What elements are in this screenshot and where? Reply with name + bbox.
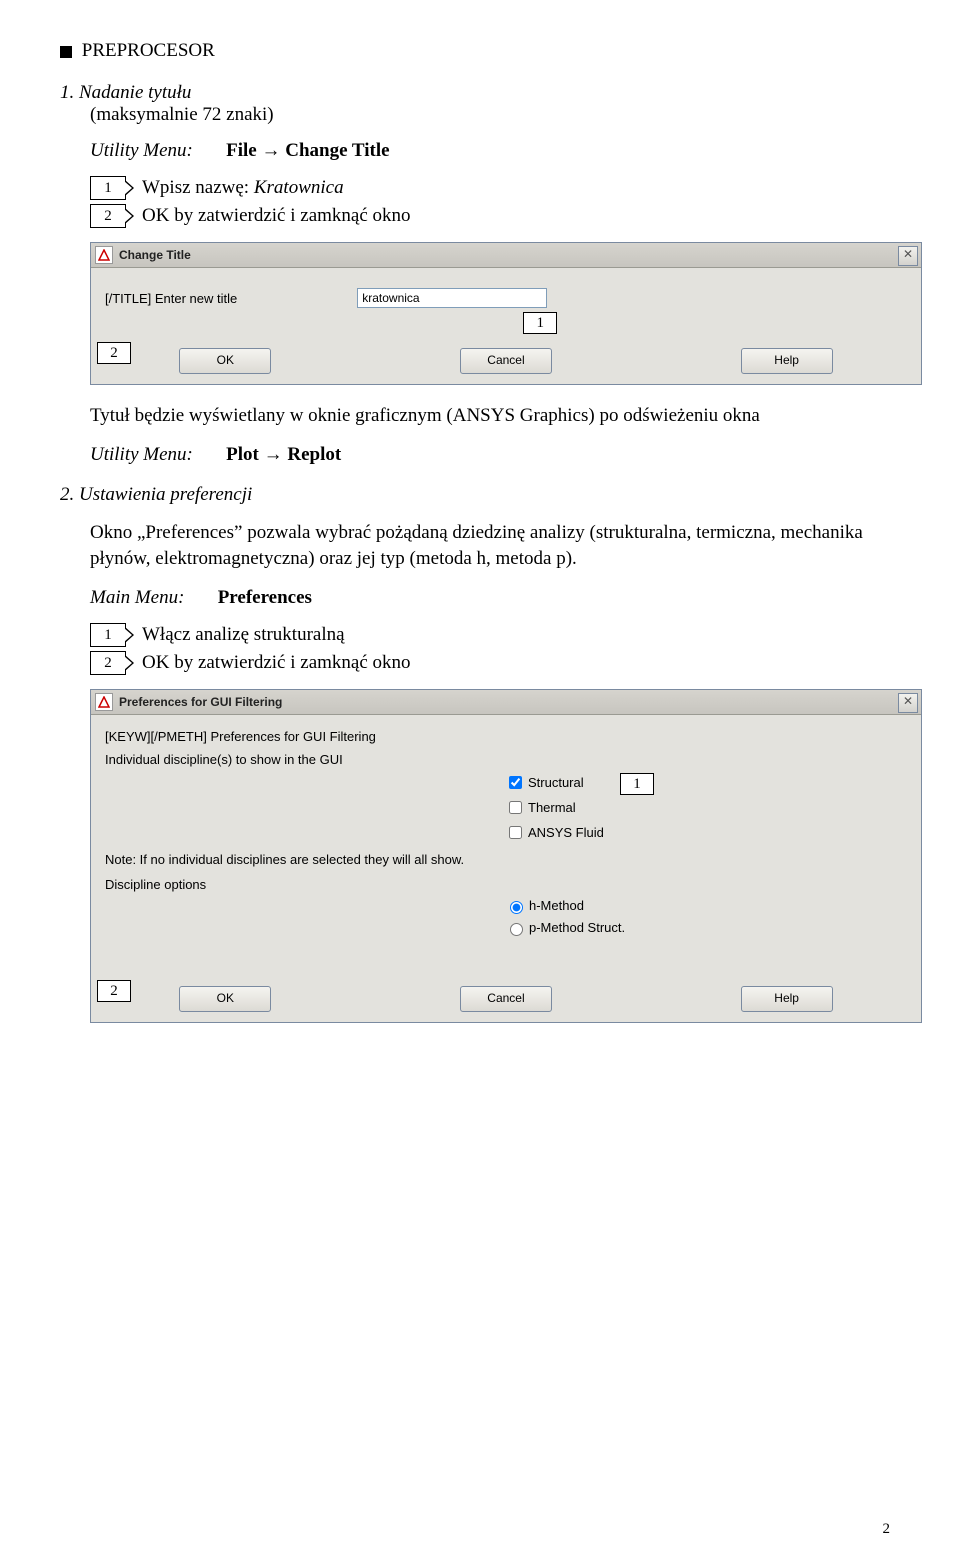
dlg2-titlebar: Preferences for GUI Filtering ✕: [91, 690, 921, 715]
help-button[interactable]: Help: [741, 348, 833, 374]
cancel-button[interactable]: Cancel: [460, 986, 552, 1012]
structural-label: Structural: [528, 775, 584, 790]
ok-button[interactable]: OK: [179, 986, 271, 1012]
dlg1-overlay-2: 2: [97, 342, 131, 364]
section-2-heading: 2. Ustawienia preferencji: [60, 484, 900, 506]
sec1-step-2: 2 OK by zatwierdzić i zamknąć okno: [90, 204, 900, 228]
title-input[interactable]: [357, 288, 547, 308]
callout-1b: 1: [90, 623, 126, 647]
help-button[interactable]: Help: [741, 986, 833, 1012]
thermal-checkbox[interactable]: [509, 801, 522, 814]
h-method-radio[interactable]: [510, 901, 523, 914]
p-method-label: p-Method Struct.: [529, 920, 625, 935]
sec1-sub: (maksymalnie 72 znaki): [90, 104, 274, 125]
sec2-menu-path: Preferences: [218, 587, 312, 608]
sec2-step1-text: Włącz analizę strukturalną: [142, 624, 345, 646]
step1-italic: Kratownica: [254, 177, 344, 198]
sec2-step2-text: OK by zatwierdzić i zamknąć okno: [142, 652, 411, 674]
between-menu-path: Plot → Replot: [226, 444, 341, 465]
cancel-button[interactable]: Cancel: [460, 348, 552, 374]
page-number: 2: [883, 1521, 891, 1538]
bullet-square-icon: [60, 46, 72, 58]
close-icon[interactable]: ✕: [898, 246, 918, 266]
dlg2-line1: [KEYW][/PMETH] Preferences for GUI Filte…: [105, 729, 907, 744]
sec2-step-2: 2 OK by zatwierdzić i zamknąć okno: [90, 651, 900, 675]
sec2-num: 2.: [60, 484, 74, 505]
sec2-title: Ustawienia preferencji: [79, 484, 252, 505]
section-1-heading: 1. Nadanie tytułu (maksymalnie 72 znaki): [60, 82, 900, 126]
step1-prefix: Wpisz nazwę:: [142, 177, 254, 198]
dlg2-note: Note: If no individual disciplines are s…: [105, 852, 907, 867]
ansys-logo-icon: [95, 693, 113, 711]
sec1-num: 1.: [60, 82, 74, 103]
dlg1-titlebar: Change Title ✕: [91, 243, 921, 268]
thermal-label: Thermal: [528, 800, 576, 815]
callout-2b: 2: [90, 651, 126, 675]
between-menu-label: Utility Menu:: [90, 444, 193, 465]
sec1-menu-path: File → Change Title: [226, 140, 389, 161]
h-method-label: h-Method: [529, 898, 584, 913]
fluid-checkbox[interactable]: [509, 826, 522, 839]
step2-text: OK by zatwierdzić i zamknąć okno: [142, 205, 411, 227]
dlg2-overlay-1: 1: [620, 773, 654, 795]
sec2-menu-label: Main Menu:: [90, 587, 184, 608]
preferences-dialog: Preferences for GUI Filtering ✕ [KEYW][/…: [90, 689, 922, 1023]
change-title-dialog: Change Title ✕ [/TITLE] Enter new title …: [90, 242, 922, 385]
dlg2-line2: Individual discipline(s) to show in the …: [105, 752, 907, 767]
sec1-utility-menu: Utility Menu: File → Change Title: [90, 140, 900, 162]
callout-1: 1: [90, 176, 126, 200]
sec1-menu-label: Utility Menu:: [90, 140, 193, 161]
structural-checkbox[interactable]: [509, 776, 522, 789]
between-menu: Utility Menu: Plot → Replot: [90, 444, 900, 466]
between-text: Tytuł będzie wyświetlany w oknie graficz…: [90, 403, 870, 430]
close-icon[interactable]: ✕: [898, 693, 918, 713]
sec2-main-menu: Main Menu: Preferences: [90, 587, 900, 609]
dlg1-title: Change Title: [119, 248, 191, 262]
callout-2: 2: [90, 204, 126, 228]
sec2-desc: Okno „Preferences” pozwala wybrać pożąda…: [90, 520, 870, 573]
dlg2-disc-opt: Discipline options: [105, 877, 907, 892]
preprocessor-text: PREPROCESOR: [82, 40, 215, 61]
sec1-title: Nadanie tytułu: [79, 82, 191, 103]
ok-button[interactable]: OK: [179, 348, 271, 374]
dlg1-prompt: [/TITLE] Enter new title: [105, 291, 237, 306]
preprocessor-header: PREPROCESOR: [60, 40, 900, 62]
dlg1-overlay-1: 1: [523, 312, 557, 334]
fluid-label: ANSYS Fluid: [528, 825, 604, 840]
p-method-radio[interactable]: [510, 923, 523, 936]
ansys-logo-icon: [95, 246, 113, 264]
sec1-step-1: 1 Wpisz nazwę: Kratownica: [90, 176, 900, 200]
dlg2-overlay-2: 2: [97, 980, 131, 1002]
sec2-step-1: 1 Włącz analizę strukturalną: [90, 623, 900, 647]
dlg2-title: Preferences for GUI Filtering: [119, 695, 282, 709]
